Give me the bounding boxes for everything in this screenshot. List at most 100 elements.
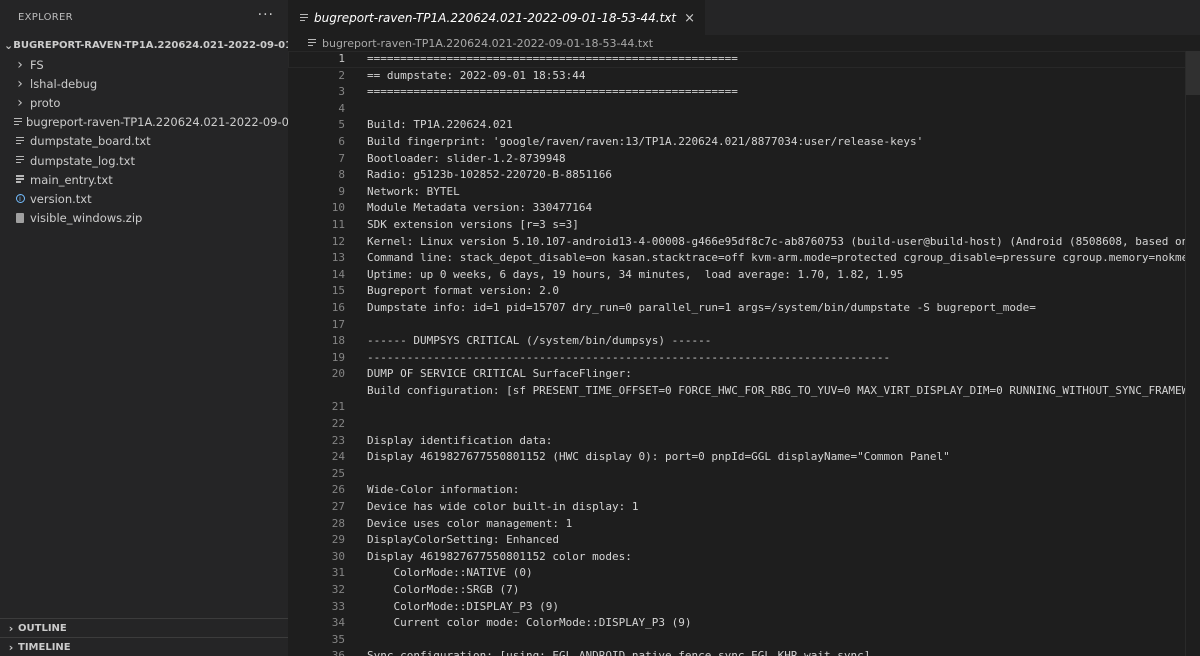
line-text: Build: TP1A.220624.021 [367, 118, 513, 132]
code-line: 31 ColorMode::NATIVE (0) [288, 565, 1200, 582]
line-number: 29 [331, 533, 345, 547]
code-line: 22 [288, 416, 1200, 433]
code-line: 8 Radio: g5123b-102852-220720-B-8851166 [288, 167, 1200, 184]
line-number: 6 [338, 134, 345, 148]
timeline-section[interactable]: › TIMELINE [0, 637, 288, 656]
more-actions-icon[interactable]: ··· [258, 7, 274, 23]
line-number: 19 [331, 350, 345, 364]
line-number [288, 383, 345, 400]
code-line: Build configuration: [sf PRESENT_TIME_OF… [288, 383, 1200, 400]
outline-section[interactable]: › OUTLINE [0, 618, 288, 637]
text-file-icon [14, 136, 26, 146]
text-file-icon [308, 38, 316, 48]
line-number: 24 [331, 450, 345, 464]
line-text: Bugreport format version: 2.0 [367, 284, 560, 298]
code-line: 29 DisplayColorSetting: Enhanced [288, 532, 1200, 549]
text-file-icon [14, 156, 26, 165]
tree-file[interactable]: bugreport-raven-TP1A.220624.021-2022-09-… [0, 113, 288, 132]
text-file-icon [14, 117, 22, 127]
code-line: 4 [288, 101, 1200, 118]
line-text: Build fingerprint: 'google/raven/raven:1… [367, 134, 924, 148]
line-number: 23 [331, 433, 345, 447]
line-text: Bootloader: slider-1.2-8739948 [367, 151, 566, 165]
tree-file[interactable]: i version.txt [0, 189, 288, 208]
line-text: Display 4619827677550801152 color modes: [367, 549, 632, 563]
code-line: 34 Current color mode: ColorMode::DISPLA… [288, 615, 1200, 632]
chevron-right-icon: › [8, 640, 14, 654]
code-editor[interactable]: 1 =======================================… [288, 51, 1200, 656]
line-number: 15 [331, 284, 345, 298]
line-text: Sync configuration: [using: EGL_ANDROID_… [367, 649, 871, 656]
tree-folder[interactable]: › lshal-debug [0, 74, 288, 93]
code-line: 35 [288, 632, 1200, 649]
tree-file[interactable]: main_entry.txt [0, 170, 288, 189]
line-number: 36 [331, 649, 345, 656]
code-line: 15 Bugreport format version: 2.0 [288, 283, 1200, 300]
breadcrumb-file[interactable]: bugreport-raven-TP1A.220624.021-2022-09-… [322, 37, 653, 50]
timeline-label: TIMELINE [18, 641, 71, 653]
tree-item-label: lshal-debug [30, 76, 98, 91]
explorer-title: EXPLORER [18, 12, 73, 23]
info-icon: i [14, 194, 26, 204]
chevron-down-icon: ⌄ [4, 38, 14, 52]
code-line: 32 ColorMode::SRGB (7) [288, 582, 1200, 599]
line-number: 7 [338, 151, 345, 165]
line-number: 30 [331, 549, 345, 563]
breadcrumb[interactable]: bugreport-raven-TP1A.220624.021-2022-09-… [288, 35, 1200, 51]
code-line: 16 Dumpstate info: id=1 pid=15707 dry_run… [288, 300, 1200, 317]
code-line: 23 Display identification data: [288, 433, 1200, 450]
line-text: Uptime: up 0 weeks, 6 days, 19 hours, 34… [367, 267, 904, 281]
line-text: ------ DUMPSYS CRITICAL (/system/bin/dum… [367, 334, 712, 348]
tree-item-label: FS [30, 57, 44, 72]
tree-folder[interactable]: › FS [0, 55, 288, 74]
line-text: Radio: g5123b-102852-220720-B-8851166 [367, 168, 613, 182]
line-number: 31 [331, 566, 345, 580]
line-text: Module Metadata version: 330477164 [367, 201, 593, 215]
chevron-right-icon: › [17, 56, 23, 73]
close-icon[interactable]: × [684, 11, 695, 26]
line-text: Command line: stack_depot_disable=on kas… [367, 251, 1195, 265]
code-line: 9 Network: BYTEL [288, 184, 1200, 201]
tree-file[interactable]: dumpstate_log.txt [0, 151, 288, 170]
tree-item-label: version.txt [30, 191, 92, 206]
code-line: 2 == dumpstate: 2022-09-01 18:53:44 [288, 68, 1200, 85]
line-number: 12 [331, 234, 345, 248]
line-text: ----------------------------------------… [367, 350, 891, 364]
tree-file[interactable]: visible_windows.zip [0, 209, 288, 228]
line-number: 8 [338, 168, 345, 182]
line-text: DisplayColorSetting: Enhanced [367, 533, 560, 547]
line-text: ColorMode::DISPLAY_P3 (9) [367, 599, 560, 613]
code-line: 18 ------ DUMPSYS CRITICAL (/system/bin/d… [288, 333, 1200, 350]
line-text: DUMP OF SERVICE CRITICAL SurfaceFlinger: [367, 367, 632, 381]
tree-folder[interactable]: › proto [0, 93, 288, 112]
line-number: 16 [331, 300, 345, 314]
code-line: 3 =======================================… [288, 84, 1200, 101]
line-text: Display 4619827677550801152 (HWC display… [367, 450, 950, 464]
line-number: 34 [331, 616, 345, 630]
code-line: 36 Sync configuration: [using: EGL_ANDROI… [288, 648, 1200, 656]
tree-item-label: main_entry.txt [30, 172, 113, 187]
scrollbar-thumb[interactable] [1186, 51, 1200, 95]
line-text: Kernel: Linux version 5.10.107-android13… [367, 234, 1189, 248]
line-text: Wide-Color information: [367, 483, 520, 497]
line-number: 13 [331, 251, 345, 265]
tree-file[interactable]: dumpstate_board.txt [0, 132, 288, 151]
vertical-scrollbar[interactable] [1185, 51, 1200, 656]
code-line: 14 Uptime: up 0 weeks, 6 days, 19 hours, … [288, 267, 1200, 284]
line-number: 25 [331, 466, 345, 480]
workspace-root-folder[interactable]: ⌄ BUGREPORT-RAVEN-TP1A.220624.021-2022-0… [0, 35, 288, 55]
line-text: Network: BYTEL [367, 184, 460, 198]
tree-item-label: dumpstate_log.txt [30, 153, 135, 168]
line-number: 35 [331, 632, 345, 646]
editor-tab[interactable]: bugreport-raven-TP1A.220624.021-2022-09-… [288, 0, 705, 35]
line-number: 28 [331, 516, 345, 530]
code-line: 17 [288, 317, 1200, 334]
line-text: ColorMode::SRGB (7) [367, 583, 520, 596]
line-number: 5 [338, 118, 345, 132]
code-line: 20 DUMP OF SERVICE CRITICAL SurfaceFlinge… [288, 366, 1200, 383]
line-number: 9 [338, 184, 345, 198]
code-line: 19 --------------------------------------… [288, 350, 1200, 367]
text-file-icon [300, 13, 308, 23]
tab-bar: bugreport-raven-TP1A.220624.021-2022-09-… [288, 0, 1200, 35]
line-number: 18 [331, 334, 345, 348]
